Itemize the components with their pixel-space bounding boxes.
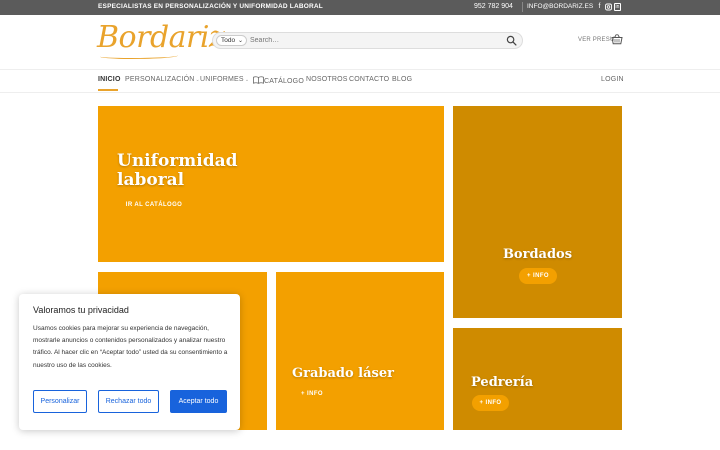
nav-item-nosotros[interactable]: NOSOTROS: [306, 76, 348, 83]
email-link[interactable]: INFO@BORDARIZ.ES: [527, 3, 593, 10]
tile-title: Pedrería: [471, 375, 534, 390]
nav-item-label: PERSONALIZACIÓN: [125, 76, 195, 83]
tile-bordados[interactable]: Bordados + INFO: [453, 106, 622, 318]
cookie-text: Usamos cookies para mejorar su experienc…: [33, 325, 228, 369]
instagram-icon[interactable]: [605, 3, 612, 11]
nav-item-personalizacion[interactable]: PERSONALIZACIÓN⌄: [125, 76, 200, 83]
nav-item-uniformes[interactable]: UNIFORMES⌄: [200, 76, 249, 83]
customize-button[interactable]: Personalizar: [33, 390, 87, 413]
facebook-icon[interactable]: f: [596, 3, 603, 11]
linkedin-icon[interactable]: in: [614, 3, 621, 11]
accept-all-button[interactable]: Aceptar todo: [170, 390, 227, 413]
cookie-banner: Valoramos tu privacidad Usamos cookies p…: [19, 294, 240, 430]
tile-grabado[interactable]: Grabado láser + INFO: [276, 272, 444, 430]
top-bar: ESPECIALISTAS EN PERSONALIZACIÓN Y UNIFO…: [0, 0, 720, 15]
tile-title: Grabado láser: [292, 366, 394, 381]
nav-item-blog[interactable]: BLOG: [392, 76, 412, 83]
logo-swoosh: [100, 53, 178, 59]
nav-item-label: CATÁLOGO: [264, 78, 304, 85]
logo[interactable]: Bordariz: [97, 20, 225, 55]
basket-icon[interactable]: [611, 33, 623, 45]
info-button[interactable]: + INFO: [294, 386, 330, 402]
login-link[interactable]: LOGIN: [601, 76, 624, 83]
tile-uniformidad[interactable]: Uniformidad laboral IR AL CATÁLOGO: [98, 106, 444, 262]
search-category-value: Todo: [221, 37, 236, 44]
nav-item-catalogo[interactable]: CATÁLOGO: [253, 76, 304, 85]
tagline: ESPECIALISTAS EN PERSONALIZACIÓN Y UNIFO…: [98, 3, 323, 10]
nav-item-label: UNIFORMES: [200, 76, 244, 83]
cart-label[interactable]: VER PRESU: [578, 37, 614, 43]
search-input[interactable]: [250, 35, 500, 46]
tile-title: Bordados: [502, 247, 573, 262]
catalog-button[interactable]: IR AL CATÁLOGO: [116, 197, 192, 213]
chevron-down-icon: ⌄: [244, 77, 250, 83]
phone-link[interactable]: 952 782 904: [474, 3, 513, 10]
info-button[interactable]: + INFO: [472, 395, 509, 411]
nav-item-contacto[interactable]: CONTACTO: [349, 76, 389, 83]
site-header: Bordariz Todo ⌄ VER PRESU INICIO PERSONA…: [0, 15, 720, 93]
tile-pedreria[interactable]: Pedrería + INFO: [453, 328, 622, 430]
book-icon: [253, 76, 264, 84]
active-indicator: [98, 89, 118, 91]
info-button[interactable]: + INFO: [519, 268, 557, 284]
tile-title: Uniformidad laboral: [117, 151, 238, 190]
nav-item-inicio[interactable]: INICIO: [98, 76, 121, 83]
search-category-select[interactable]: Todo ⌄: [216, 35, 247, 46]
chevron-down-icon: ⌄: [237, 38, 243, 44]
main-nav: INICIO PERSONALIZACIÓN⌄ UNIFORMES⌄ CATÁL…: [0, 69, 720, 91]
search-icon[interactable]: [506, 35, 517, 46]
reject-all-button[interactable]: Rechazar todo: [98, 390, 159, 413]
search-bar: Todo ⌄: [212, 32, 523, 49]
cookie-title: Valoramos tu privacidad: [33, 305, 129, 315]
divider: [522, 2, 523, 12]
